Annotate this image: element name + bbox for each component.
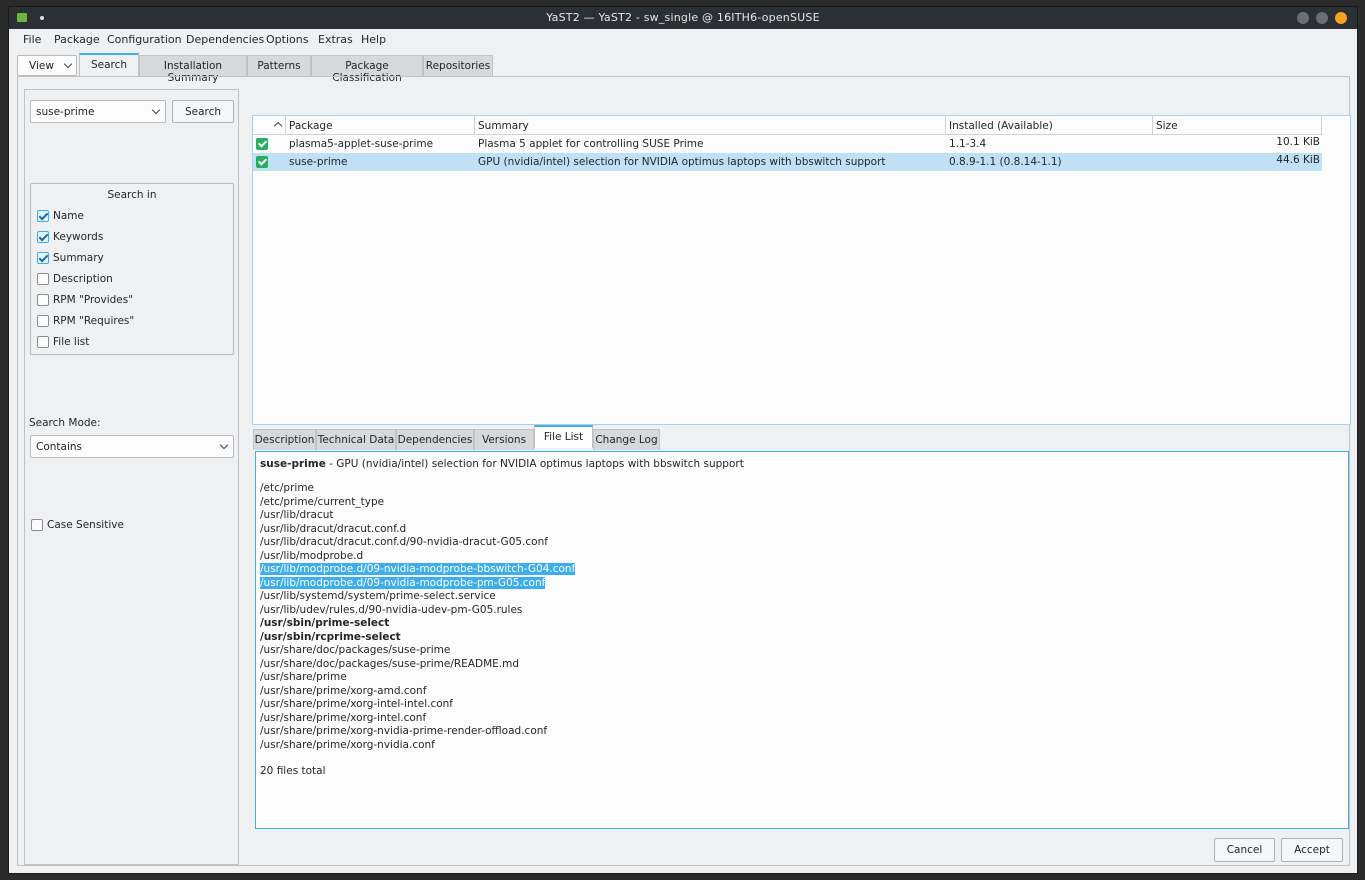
file-path: /usr/share/doc/packages/suse-prime xyxy=(260,644,451,656)
maximize-icon[interactable] xyxy=(1316,12,1328,24)
file-list-checkbox[interactable] xyxy=(37,336,49,348)
description-label: Description xyxy=(53,273,113,285)
file-count: 20 files total xyxy=(260,765,326,777)
rpm-provides-label: RPM "Provides" xyxy=(53,294,134,306)
file-path: /etc/prime xyxy=(260,482,315,494)
summary-column-header[interactable]: Summary xyxy=(475,116,946,135)
main-tabs: View Search Installation Summary Pattern… xyxy=(9,53,1357,84)
file-path: /usr/share/prime xyxy=(260,671,347,683)
file-path: /usr/share/prime/xorg-intel.conf xyxy=(260,711,427,724)
file-list-label: File list xyxy=(53,336,90,348)
file-list-heading: suse-prime - GPU (nvidia/intel) selectio… xyxy=(260,458,744,470)
chevron-down-icon xyxy=(63,59,73,69)
detail-tabs: Description Technical Data Dependencies … xyxy=(253,425,1350,451)
file-path: /usr/share/doc/packages/suse-prime/READM… xyxy=(260,657,519,670)
file-path-executable: /usr/sbin/rcprime-select xyxy=(260,630,401,643)
tab-package-classification[interactable]: Package Classification xyxy=(311,55,423,84)
view-button[interactable]: View xyxy=(17,55,77,76)
description-checkbox[interactable] xyxy=(37,273,49,285)
file-path: /usr/share/prime/xorg-intel-intel.conf xyxy=(260,698,453,710)
tab-change-log[interactable]: Change Log xyxy=(593,429,660,450)
search-button[interactable]: Search xyxy=(172,100,234,123)
rpm-requires-checkbox[interactable] xyxy=(37,315,49,327)
menu-configuration[interactable]: Configuration xyxy=(107,33,182,46)
menu-package[interactable]: Package xyxy=(54,33,100,46)
tab-dependencies[interactable]: Dependencies xyxy=(396,429,474,450)
chevron-down-icon xyxy=(219,440,229,450)
menu-options[interactable]: Options xyxy=(266,33,308,46)
file-list-view[interactable]: suse-prime - GPU (nvidia/intel) selectio… xyxy=(255,451,1349,829)
file-path: /etc/prime/current_type xyxy=(260,495,385,508)
menu-dependencies[interactable]: Dependencies xyxy=(186,33,264,46)
menu-file[interactable]: File xyxy=(23,33,41,46)
summary-label: Summary xyxy=(53,252,104,264)
menu-help[interactable]: Help xyxy=(361,33,386,46)
title-bar[interactable]: YaST2 — YaST2 - sw_single @ 16ITH6-openS… xyxy=(9,7,1357,29)
tab-description[interactable]: Description xyxy=(253,429,316,450)
table-row[interactable]: suse-prime GPU (nvidia/intel) selection … xyxy=(253,153,1322,171)
close-icon[interactable] xyxy=(1335,12,1347,24)
installed-column-header[interactable]: Installed (Available) xyxy=(946,116,1153,135)
name-checkbox[interactable] xyxy=(37,210,49,222)
installed-checkbox[interactable] xyxy=(256,138,268,150)
file-path: /usr/share/prime/xorg-amd.conf xyxy=(260,684,427,697)
tab-technical-data[interactable]: Technical Data xyxy=(316,429,396,450)
file-path: /usr/share/prime/xorg-nvidia-prime-rende… xyxy=(260,725,548,737)
file-path-selected: /usr/lib/modprobe.d/09-nvidia-modprobe-b… xyxy=(260,563,576,575)
package-table: Package Summary Installed (Available) Si… xyxy=(252,115,1351,425)
status-column-header[interactable] xyxy=(253,116,286,135)
case-sensitive-label: Case Sensitive xyxy=(47,519,124,531)
table-row[interactable]: plasma5-applet-suse-prime Plasma 5 apple… xyxy=(253,135,1322,153)
search-in-title: Search in xyxy=(107,189,157,201)
search-mode-label: Search Mode: xyxy=(29,417,101,429)
file-path: /usr/lib/dracut/dracut.conf.d/90-nvidia-… xyxy=(260,536,548,548)
file-path: /usr/lib/modprobe.d xyxy=(260,549,364,562)
yast-window: YaST2 — YaST2 - sw_single @ 16ITH6-openS… xyxy=(8,6,1358,874)
search-input[interactable]: suse-prime xyxy=(30,100,166,123)
file-path-selected: /usr/lib/modprobe.d/09-nvidia-modprobe-p… xyxy=(260,576,546,589)
chevron-down-icon xyxy=(151,105,161,115)
file-path: /usr/lib/udev/rules.d/90-nvidia-udev-pm-… xyxy=(260,603,523,616)
keywords-label: Keywords xyxy=(53,231,104,243)
installed-checkbox[interactable] xyxy=(256,156,268,168)
search-mode-select[interactable]: Contains xyxy=(30,435,234,458)
cancel-button[interactable]: Cancel xyxy=(1214,838,1275,862)
package-column-header[interactable]: Package xyxy=(286,116,475,135)
tab-installation-summary[interactable]: Installation Summary xyxy=(139,55,247,84)
file-path: /usr/lib/systemd/system/prime-select.ser… xyxy=(260,590,496,602)
search-filter-panel: suse-prime Search Search in Name Keyword… xyxy=(24,89,239,865)
window-title: YaST2 — YaST2 - sw_single @ 16ITH6-openS… xyxy=(546,11,820,24)
file-path: /usr/lib/dracut/dracut.conf.d xyxy=(260,522,407,535)
accept-button[interactable]: Accept xyxy=(1281,838,1343,862)
case-sensitive-checkbox[interactable] xyxy=(31,519,43,531)
sort-ascending-icon xyxy=(273,121,283,131)
menu-extras[interactable]: Extras xyxy=(318,33,353,46)
keywords-checkbox[interactable] xyxy=(37,231,49,243)
file-path-executable: /usr/sbin/prime-select xyxy=(260,617,390,629)
search-in-group: Search in Name Keywords Summary Descript… xyxy=(30,183,234,355)
summary-checkbox[interactable] xyxy=(37,252,49,264)
tab-repositories[interactable]: Repositories xyxy=(423,55,493,76)
tab-patterns[interactable]: Patterns xyxy=(247,55,311,76)
rpm-requires-label: RPM "Requires" xyxy=(53,315,135,327)
tab-versions[interactable]: Versions xyxy=(474,429,534,450)
file-path: /usr/share/prime/xorg-nvidia.conf xyxy=(260,738,435,751)
tab-search[interactable]: Search xyxy=(79,53,139,76)
search-page: suse-prime Search Search in Name Keyword… xyxy=(17,76,1351,866)
name-label: Name xyxy=(53,210,84,222)
minimize-icon[interactable] xyxy=(1297,12,1309,24)
tab-file-list[interactable]: File List xyxy=(534,425,593,448)
size-column-header[interactable]: Size xyxy=(1153,116,1322,135)
file-path: /usr/lib/dracut xyxy=(260,509,334,521)
rpm-provides-checkbox[interactable] xyxy=(37,294,49,306)
menu-bar: File Package Configuration Dependencies … xyxy=(9,29,1357,51)
